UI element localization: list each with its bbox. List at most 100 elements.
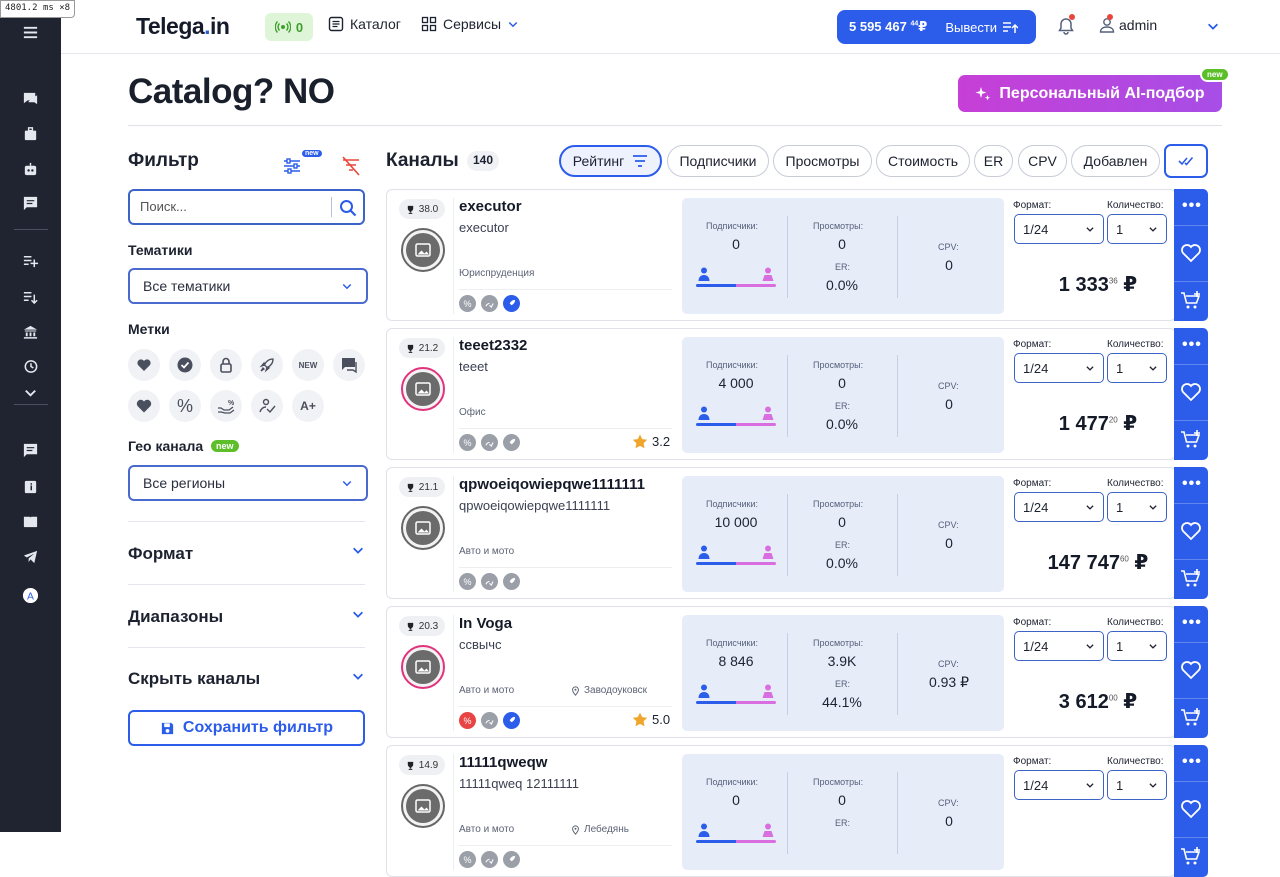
filter-settings-icon[interactable] — [282, 156, 302, 181]
sort-added[interactable]: Добавлен — [1071, 145, 1160, 177]
briefcase-icon[interactable] — [19, 123, 41, 143]
clear-filter-icon[interactable] — [340, 156, 362, 181]
channel-avatar[interactable] — [401, 784, 445, 828]
logo[interactable]: Telega.in — [136, 13, 230, 40]
services-menu[interactable]: Сервисы — [421, 16, 519, 32]
balance-button[interactable]: 5 595 467 44₽ Вывести — [837, 10, 1036, 44]
history-icon[interactable] — [19, 356, 41, 376]
channel-avatar[interactable] — [401, 506, 445, 550]
quantity-select[interactable]: 1 — [1107, 353, 1167, 383]
channel-card[interactable]: 21.1 qpwoeiqowiepqwe1111111 qpwoeiqowiep… — [386, 467, 1176, 599]
tag-lock-icon[interactable] — [210, 349, 242, 381]
chat-icon[interactable] — [19, 88, 41, 108]
add-to-cart-icon[interactable] — [1180, 291, 1202, 316]
user-chevron-icon[interactable] — [1206, 19, 1220, 38]
telegram-icon[interactable] — [19, 546, 41, 566]
quantity-select[interactable]: 1 — [1107, 631, 1167, 661]
support-chat-icon[interactable] — [19, 440, 41, 460]
tag-discount-hand-icon[interactable]: % — [210, 390, 242, 422]
format-select[interactable]: 1/24 — [1014, 631, 1104, 661]
channel-card[interactable]: 14.9 11111qweqw 11111qweq 12111111 Авто … — [386, 745, 1176, 877]
select-all-check-icon[interactable] — [1164, 144, 1208, 178]
channel-card[interactable]: 38.0 executor executor Юриспруденция % П… — [386, 189, 1176, 321]
expand-chevron-icon[interactable] — [19, 382, 41, 402]
channel-name[interactable]: In Voga — [459, 615, 512, 632]
tag-aplus[interactable]: A+ — [292, 390, 324, 422]
favorite-heart-icon[interactable] — [1180, 660, 1202, 685]
bank-icon[interactable] — [19, 321, 41, 341]
tag-heart-solid-icon[interactable] — [128, 390, 160, 422]
favorite-heart-icon[interactable] — [1180, 799, 1202, 824]
sort-er[interactable]: ER — [974, 145, 1013, 177]
more-options-icon[interactable]: ••• — [1182, 475, 1202, 493]
tag-new[interactable]: NEW — [292, 349, 324, 381]
menu-icon[interactable] — [19, 22, 41, 42]
tag-rocket-icon[interactable] — [251, 349, 283, 381]
hide-channels-accordion[interactable]: Скрыть каналы — [128, 669, 260, 689]
chevron-down-icon[interactable] — [351, 543, 365, 562]
tag-handshake-icon[interactable] — [251, 390, 283, 422]
tag-verified-icon[interactable] — [169, 349, 201, 381]
channel-avatar[interactable] — [401, 367, 445, 411]
cpv-value: 0 — [945, 396, 953, 412]
favorite-heart-icon[interactable] — [1180, 382, 1202, 407]
user-menu[interactable]: admin — [1099, 14, 1157, 33]
quantity-select[interactable]: 1 — [1107, 214, 1167, 244]
geo-select[interactable]: Все регионы — [128, 465, 368, 501]
search-icon[interactable] — [339, 199, 357, 222]
channel-name[interactable]: qpwoeiqowiepqwe1111111 — [459, 476, 645, 493]
save-filter-button[interactable]: Сохранить фильтр — [128, 710, 365, 746]
more-options-icon[interactable]: ••• — [1182, 614, 1202, 632]
add-to-cart-icon[interactable] — [1180, 708, 1202, 733]
tag-comments-icon[interactable] — [333, 349, 365, 381]
format-accordion[interactable]: Формат — [128, 544, 193, 564]
channel-card[interactable]: 20.3 In Voga ссвычс Авто и мото Заводоук… — [386, 606, 1176, 738]
ai-match-button[interactable]: Персональный AI-подбор — [958, 75, 1222, 112]
sort-rating[interactable]: Рейтинг — [559, 145, 662, 177]
quantity-select[interactable]: 1 — [1107, 492, 1167, 522]
info-clipboard-icon[interactable] — [19, 476, 41, 496]
add-to-cart-icon[interactable] — [1180, 569, 1202, 594]
more-options-icon[interactable]: ••• — [1182, 197, 1202, 215]
format-select[interactable]: 1/24 — [1014, 353, 1104, 383]
ranges-accordion[interactable]: Диапазоны — [128, 607, 223, 627]
tag-heart-icon[interactable] — [128, 349, 160, 381]
sort-cpv[interactable]: CPV — [1018, 145, 1067, 177]
sort-subscribers[interactable]: Подписчики — [667, 145, 769, 177]
rank-value: 14.9 — [418, 759, 439, 771]
favorite-heart-icon[interactable] — [1180, 243, 1202, 268]
broadcast-badge[interactable]: 0 — [265, 13, 313, 41]
message-icon[interactable] — [19, 193, 41, 213]
account-badge-icon[interactable]: A — [19, 585, 41, 605]
topics-select[interactable]: Все тематики — [128, 268, 368, 304]
favorite-heart-icon[interactable] — [1180, 521, 1202, 546]
balance-value: 5 595 467 — [849, 19, 907, 34]
format-select[interactable]: 1/24 — [1014, 770, 1104, 800]
download-list-icon[interactable] — [19, 286, 41, 306]
catalog-link[interactable]: Каталог — [328, 16, 401, 32]
sort-views[interactable]: Просмотры — [773, 145, 872, 177]
channel-card[interactable]: 21.2 teeet2332 teeet Офис % 3.2 Подписчи… — [386, 328, 1176, 460]
robot-icon[interactable] — [19, 159, 41, 179]
add-to-cart-icon[interactable] — [1180, 847, 1202, 872]
more-options-icon[interactable]: ••• — [1182, 753, 1202, 771]
channel-name[interactable]: 11111qweqw — [459, 754, 547, 771]
tag-percent[interactable]: % — [169, 390, 201, 422]
search-input[interactable] — [140, 199, 320, 214]
format-select[interactable]: 1/24 — [1014, 492, 1104, 522]
chevron-down-icon — [1086, 227, 1094, 232]
sort-cost[interactable]: Стоимость — [876, 145, 970, 177]
format-select[interactable]: 1/24 — [1014, 214, 1104, 244]
channel-avatar[interactable] — [401, 228, 445, 272]
quantity-select[interactable]: 1 — [1107, 770, 1167, 800]
chevron-down-icon[interactable] — [351, 607, 365, 626]
channel-name[interactable]: executor — [459, 198, 522, 215]
add-to-cart-icon[interactable] — [1180, 430, 1202, 455]
add-user-list-icon[interactable] — [19, 250, 41, 270]
channel-name[interactable]: teeet2332 — [459, 337, 527, 354]
chevron-down-icon[interactable] — [351, 669, 365, 688]
notifications-button[interactable] — [1058, 14, 1075, 40]
book-icon[interactable] — [19, 511, 41, 531]
more-options-icon[interactable]: ••• — [1182, 336, 1202, 354]
channel-avatar[interactable] — [401, 645, 445, 689]
